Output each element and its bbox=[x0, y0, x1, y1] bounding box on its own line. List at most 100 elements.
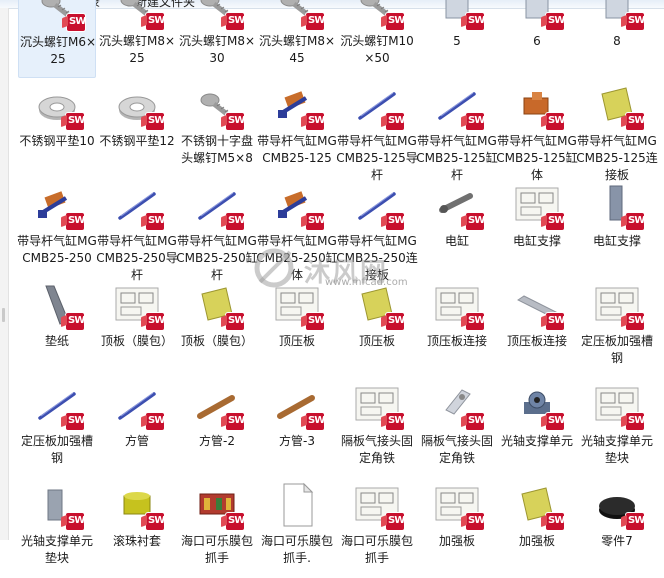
file-item[interactable]: SW 隔板气接头固定角铁 bbox=[338, 378, 416, 478]
file-label: 加强板 bbox=[518, 534, 555, 548]
file-item[interactable]: SW 带导杆气缸MGCMB25-250 bbox=[17, 178, 97, 278]
file-label: 带导杆气缸MGCMB25-125缸杆 bbox=[416, 134, 498, 182]
file-item[interactable]: SW 电缸 bbox=[418, 178, 496, 278]
file-item[interactable]: 海口可乐膜包抓手. bbox=[258, 478, 336, 578]
file-item[interactable]: SW 不锈钢平垫10 bbox=[18, 78, 96, 178]
screw-icon: SW bbox=[112, 0, 165, 30]
file-item[interactable]: SW 顶压板连接 bbox=[418, 278, 496, 378]
gripper-icon: SW bbox=[192, 480, 245, 530]
cylinder-assembly-icon: SW bbox=[272, 80, 325, 130]
file-label: 沉头螺钉M6×25 bbox=[19, 35, 97, 66]
file-item[interactable]: SW 沉头螺钉M8×30 bbox=[178, 0, 256, 78]
solidworks-badge-icon: SW bbox=[386, 413, 405, 430]
file-item[interactable]: SW 带导杆气缸MGCMB25-125连接板 bbox=[576, 78, 658, 182]
file-item[interactable]: SW 不锈钢平垫12 bbox=[98, 78, 176, 178]
file-item[interactable]: SW 沉头螺钉M8×45 bbox=[258, 0, 336, 78]
file-item[interactable]: SW 加强板 bbox=[498, 478, 576, 578]
file-item[interactable]: SW 垫纸 bbox=[18, 278, 96, 378]
file-item[interactable]: SW 电缸支撑 bbox=[498, 178, 576, 278]
plate-icon: SW bbox=[512, 480, 565, 530]
file-item[interactable]: SW 沉头螺钉M8×25 bbox=[98, 0, 176, 78]
solidworks-badge-icon: SW bbox=[626, 413, 645, 430]
rod-icon: SW bbox=[32, 380, 85, 430]
drawing-icon: SW bbox=[592, 380, 645, 430]
file-item[interactable]: SW 光轴支撑单元 bbox=[498, 378, 576, 478]
plate-icon: SW bbox=[352, 280, 405, 330]
file-label: 海口可乐膜包抓手 bbox=[340, 534, 413, 565]
solidworks-badge-icon: SW bbox=[66, 213, 85, 230]
file-label: 不锈钢十字盘头螺钉M5×8 bbox=[180, 134, 253, 165]
solidworks-badge-icon: SW bbox=[466, 413, 485, 430]
support-icon: SW bbox=[592, 180, 645, 230]
file-label: 光轴支撑单元 bbox=[500, 434, 573, 448]
file-item[interactable]: SW 8 bbox=[578, 0, 656, 78]
file-item[interactable]: SW 方管 bbox=[98, 378, 176, 478]
drawing-icon: SW bbox=[432, 280, 485, 330]
solidworks-badge-icon: SW bbox=[626, 313, 645, 330]
file-item[interactable]: SW 带导杆气缸MGCMB25-250缸体 bbox=[256, 178, 338, 282]
solidworks-badge-icon: SW bbox=[546, 513, 565, 530]
file-label: 不锈钢平垫12 bbox=[99, 134, 175, 148]
file-item[interactable]: SW 5 bbox=[418, 0, 496, 78]
file-item[interactable]: SW 顶压板连接 bbox=[498, 278, 576, 378]
solidworks-badge-icon: SW bbox=[66, 413, 85, 430]
file-label: 带导杆气缸MGCMB25-125导杆 bbox=[336, 134, 418, 182]
solidworks-badge-icon: SW bbox=[466, 113, 485, 130]
splitter-handle[interactable] bbox=[2, 308, 5, 322]
file-item[interactable]: SW 6 bbox=[498, 0, 576, 78]
plate-icon: SW bbox=[192, 280, 245, 330]
file-item[interactable]: SW 电缸支撑 bbox=[578, 178, 656, 278]
file-item[interactable]: SW 顶板（膜包） bbox=[178, 278, 256, 378]
file-label: 6 bbox=[533, 34, 541, 48]
file-item[interactable]: SW 方管-3 bbox=[258, 378, 336, 478]
navigation-pane-edge[interactable] bbox=[0, 8, 9, 540]
file-item[interactable]: SW 定压板加强槽钢 bbox=[18, 378, 96, 478]
file-item[interactable]: SW 带导杆气缸MGCMB25-125 bbox=[257, 78, 337, 178]
file-item[interactable]: SW 方管-2 bbox=[178, 378, 256, 478]
file-item[interactable]: SW 顶压板 bbox=[258, 278, 336, 378]
screw-icon: SW bbox=[192, 80, 245, 130]
file-item[interactable]: SW 光轴支撑单元垫块 bbox=[18, 478, 96, 578]
file-label: 方管-2 bbox=[199, 434, 235, 448]
file-item[interactable]: SW 光轴支撑单元垫块 bbox=[578, 378, 656, 478]
solidworks-badge-icon: SW bbox=[466, 313, 485, 330]
file-item[interactable]: SW 带导杆气缸MGCMB25-250连接板 bbox=[336, 178, 418, 282]
file-item[interactable]: SW 零件7 bbox=[578, 478, 656, 578]
file-item[interactable]: SW 带导杆气缸MGCMB25-250导杆 bbox=[96, 178, 178, 282]
drawing-icon: SW bbox=[512, 180, 565, 230]
solidworks-badge-icon: SW bbox=[466, 213, 485, 230]
solidworks-badge-icon: SW bbox=[306, 413, 325, 430]
file-label: 电缸 bbox=[444, 234, 469, 248]
file-item[interactable]: SW 加强板 bbox=[418, 478, 496, 578]
solidworks-badge-icon: SW bbox=[226, 413, 245, 430]
file-label: 垫纸 bbox=[44, 334, 69, 348]
file-item[interactable]: SW 海口可乐膜包抓手 bbox=[338, 478, 416, 578]
file-item[interactable]: SW 带导杆气缸MGCMB25-125导杆 bbox=[336, 78, 418, 182]
cylinder-assembly-icon: SW bbox=[272, 180, 325, 230]
file-item[interactable]: SW 顶板（膜包） bbox=[98, 278, 176, 378]
file-item[interactable]: SW 带导杆气缸MGCMB25-125缸体 bbox=[496, 78, 578, 182]
solidworks-badge-icon: SW bbox=[226, 13, 245, 30]
file-item[interactable]: SW 不锈钢十字盘头螺钉M5×8 bbox=[178, 78, 256, 178]
rod-icon: SW bbox=[112, 380, 165, 430]
disc-icon: SW bbox=[592, 480, 645, 530]
file-label: 光轴支撑单元垫块 bbox=[20, 534, 93, 565]
file-item[interactable]: SW 定压板加强槽钢 bbox=[578, 278, 656, 378]
screw-icon: SW bbox=[33, 0, 86, 31]
rod-icon: SW bbox=[112, 180, 165, 230]
file-item[interactable]: SW 沉头螺钉M6×25 bbox=[18, 0, 96, 78]
part-icon: SW bbox=[432, 0, 485, 30]
file-item[interactable]: SW 带导杆气缸MGCMB25-250缸杆 bbox=[176, 178, 258, 282]
cylinder-body-icon: SW bbox=[512, 80, 565, 130]
file-label: 隔板气接头固定角铁 bbox=[420, 434, 493, 465]
file-item[interactable]: SW 隔板气接头固定角铁 bbox=[418, 378, 496, 478]
file-item[interactable]: SW 海口可乐膜包抓手 bbox=[178, 478, 256, 578]
file-item[interactable]: SW 顶压板 bbox=[338, 278, 416, 378]
screw-icon: SW bbox=[272, 0, 325, 30]
file-label: 沉头螺钉M8×25 bbox=[98, 34, 176, 65]
file-item[interactable]: SW 带导杆气缸MGCMB25-125缸杆 bbox=[416, 78, 498, 182]
file-label: 电缸支撑 bbox=[512, 234, 561, 248]
file-item[interactable]: SW 滚珠衬套 bbox=[98, 478, 176, 578]
solidworks-badge-icon: SW bbox=[626, 213, 645, 230]
file-item[interactable]: SW 沉头螺钉M10×50 bbox=[338, 0, 416, 78]
